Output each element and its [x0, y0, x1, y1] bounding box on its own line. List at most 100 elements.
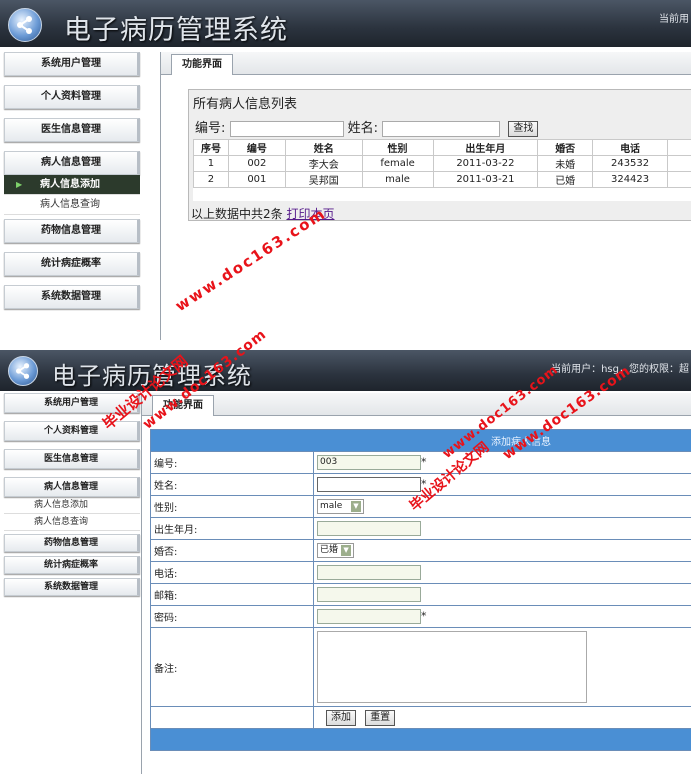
- married-value: 已婚: [320, 545, 339, 555]
- field-label: 姓名:: [150, 473, 314, 496]
- birth-field[interactable]: [317, 521, 421, 536]
- app-title: 电子病历管理系统: [52, 362, 252, 390]
- tab-function[interactable]: 功能界面: [171, 54, 233, 75]
- content-area: 功能界面 所有病人信息列表 编号: 姓名: 查找 序号 编号 姓名 性别 出生年…: [160, 52, 691, 340]
- sidebar-item-system-data[interactable]: 系统数据管理: [4, 578, 140, 596]
- app-title: 电子病历管理系统: [64, 15, 288, 46]
- table-cell: [667, 154, 691, 172]
- email-field[interactable]: [317, 587, 421, 602]
- user-info: 当前用: [659, 14, 689, 25]
- gender-select[interactable]: male ▼: [317, 499, 364, 514]
- column-header: 性别: [361, 138, 434, 156]
- sidebar-item-patients[interactable]: 病人信息管理: [4, 151, 140, 175]
- married-select[interactable]: 已婚 ▼: [317, 543, 355, 558]
- sidebar-item-doctors[interactable]: 医生信息管理: [4, 118, 140, 142]
- patient-table: 序号 编号 姓名 性别 出生年月 婚否 电话 1 002 李大会 female …: [193, 138, 691, 201]
- app-header: 电子病历管理系统 当前用: [0, 0, 691, 47]
- sidebar-item-system-users[interactable]: 系统用户管理: [4, 52, 140, 76]
- field-label: 邮箱:: [150, 583, 314, 606]
- table-footer: 以上数据中共2条 打印本页: [189, 201, 691, 226]
- tab-strip: 功能界面: [161, 52, 691, 75]
- app-logo-icon: [8, 356, 38, 386]
- table-cell: 李大会: [284, 154, 363, 172]
- record-summary: 以上数据中共2条: [191, 206, 283, 221]
- id-field[interactable]: 003: [317, 455, 421, 470]
- table-row[interactable]: 2 001 吴邦国 male 2011-03-21 已婚 324423: [193, 170, 691, 188]
- table-cell: 2: [193, 170, 229, 188]
- table-cell: 1: [193, 154, 229, 172]
- chevron-down-icon: ▼: [351, 501, 361, 512]
- column-header: 序号: [193, 138, 229, 156]
- form-row-name: 姓名: *: [150, 473, 691, 496]
- field-label: 电话:: [150, 561, 314, 584]
- column-header: 电话: [592, 138, 669, 156]
- search-row: 编号: 姓名: 查找: [189, 115, 691, 139]
- sidebar-item-statistics[interactable]: 统计病症概率: [4, 252, 140, 276]
- sidebar-item-profile[interactable]: 个人资料管理: [4, 85, 140, 109]
- table-cell: 001: [227, 170, 286, 188]
- required-mark: *: [421, 455, 427, 469]
- app-header: 电子病历管理系统 当前用户：hsg，您的权限：超: [0, 350, 691, 391]
- notes-textarea[interactable]: [317, 631, 587, 703]
- field-label: 性别:: [150, 495, 314, 518]
- sidebar-subitem-patient-query[interactable]: 病人信息查询: [4, 195, 140, 215]
- phone-field[interactable]: [317, 565, 421, 580]
- field-label: 密码:: [150, 605, 314, 628]
- search-name-input[interactable]: [382, 120, 501, 137]
- table-cell: 243532: [592, 154, 669, 172]
- form-row-password: 密码: *: [150, 605, 691, 628]
- sidebar-item-system-data[interactable]: 系统数据管理: [4, 285, 140, 309]
- search-button[interactable]: 查找: [508, 120, 539, 137]
- form-header: 添加病人信息: [150, 429, 691, 452]
- patient-list-screen: 电子病历管理系统 当前用 系统用户管理 个人资料管理 医生信息管理 病人信息管理…: [0, 0, 691, 340]
- table-row-empty: [193, 186, 691, 201]
- form-row-buttons: 添加 重置: [150, 706, 691, 729]
- table-cell: 324423: [592, 170, 669, 188]
- arrow-icon: ▶: [16, 180, 23, 189]
- sidebar-subitem-patient-add[interactable]: 病人信息添加: [4, 497, 140, 514]
- form-row-gender: 性别: male ▼: [150, 495, 691, 518]
- required-mark: *: [421, 477, 427, 491]
- column-header: 编号: [227, 138, 286, 156]
- form-row-phone: 电话:: [150, 561, 691, 584]
- table-cell: 002: [227, 154, 286, 172]
- column-header: 婚否: [537, 138, 594, 156]
- table-cell: 吴邦国: [284, 170, 363, 188]
- add-patient-form: 添加病人信息 编号: 003 * 姓名: * 性别: male ▼ 出生年月: 婚否…: [150, 429, 691, 751]
- required-mark: *: [421, 609, 427, 623]
- app-logo-icon: [8, 8, 42, 42]
- table-cell: 未婚: [537, 154, 594, 172]
- form-title: 添加病人信息: [491, 437, 551, 448]
- sidebar-subitem-patient-add[interactable]: ▶ 病人信息添加: [4, 175, 140, 195]
- sidebar-item-doctors[interactable]: 医生信息管理: [4, 449, 140, 469]
- form-row-birth: 出生年月:: [150, 517, 691, 540]
- user-info: 当前用户：hsg，您的权限：超: [551, 364, 689, 375]
- table-cell: 2011-03-22: [432, 154, 539, 172]
- reset-button[interactable]: 重置: [365, 709, 396, 726]
- sidebar-item-profile[interactable]: 个人资料管理: [4, 421, 140, 441]
- search-name-label: 姓名:: [347, 121, 379, 136]
- table-row[interactable]: 1 002 李大会 female 2011-03-22 未婚 243532: [193, 154, 691, 172]
- sidebar-subitem-label: 病人信息添加: [40, 179, 100, 190]
- name-field[interactable]: [317, 477, 421, 492]
- add-button[interactable]: 添加: [326, 709, 356, 726]
- search-id-input[interactable]: [229, 120, 344, 137]
- form-row-id: 编号: 003 *: [150, 451, 691, 474]
- field-label: 婚否:: [150, 539, 314, 562]
- table-cell: 已婚: [537, 170, 594, 188]
- sidebar-item-system-users[interactable]: 系统用户管理: [4, 393, 140, 413]
- content-area: 功能界面 添加病人信息 编号: 003 * 姓名: * 性别: male ▼ 出生年…: [141, 393, 691, 774]
- column-header-empty: [667, 138, 691, 156]
- password-field[interactable]: [317, 609, 421, 624]
- sidebar-item-statistics[interactable]: 统计病症概率: [4, 556, 140, 574]
- column-header: 姓名: [284, 138, 363, 156]
- sidebar-item-patients[interactable]: 病人信息管理: [4, 477, 140, 497]
- patient-list-panel: 所有病人信息列表 编号: 姓名: 查找 序号 编号 姓名 性别 出生年月 婚否 …: [188, 89, 691, 221]
- tab-strip: 功能界面: [142, 393, 691, 416]
- tab-function[interactable]: 功能界面: [152, 395, 214, 416]
- sidebar-subitem-patient-query[interactable]: 病人信息查询: [4, 514, 140, 531]
- sidebar-item-drugs[interactable]: 药物信息管理: [4, 534, 140, 552]
- field-label: 备注:: [150, 627, 314, 707]
- sidebar-item-drugs[interactable]: 药物信息管理: [4, 219, 140, 243]
- table-cell: female: [361, 154, 434, 172]
